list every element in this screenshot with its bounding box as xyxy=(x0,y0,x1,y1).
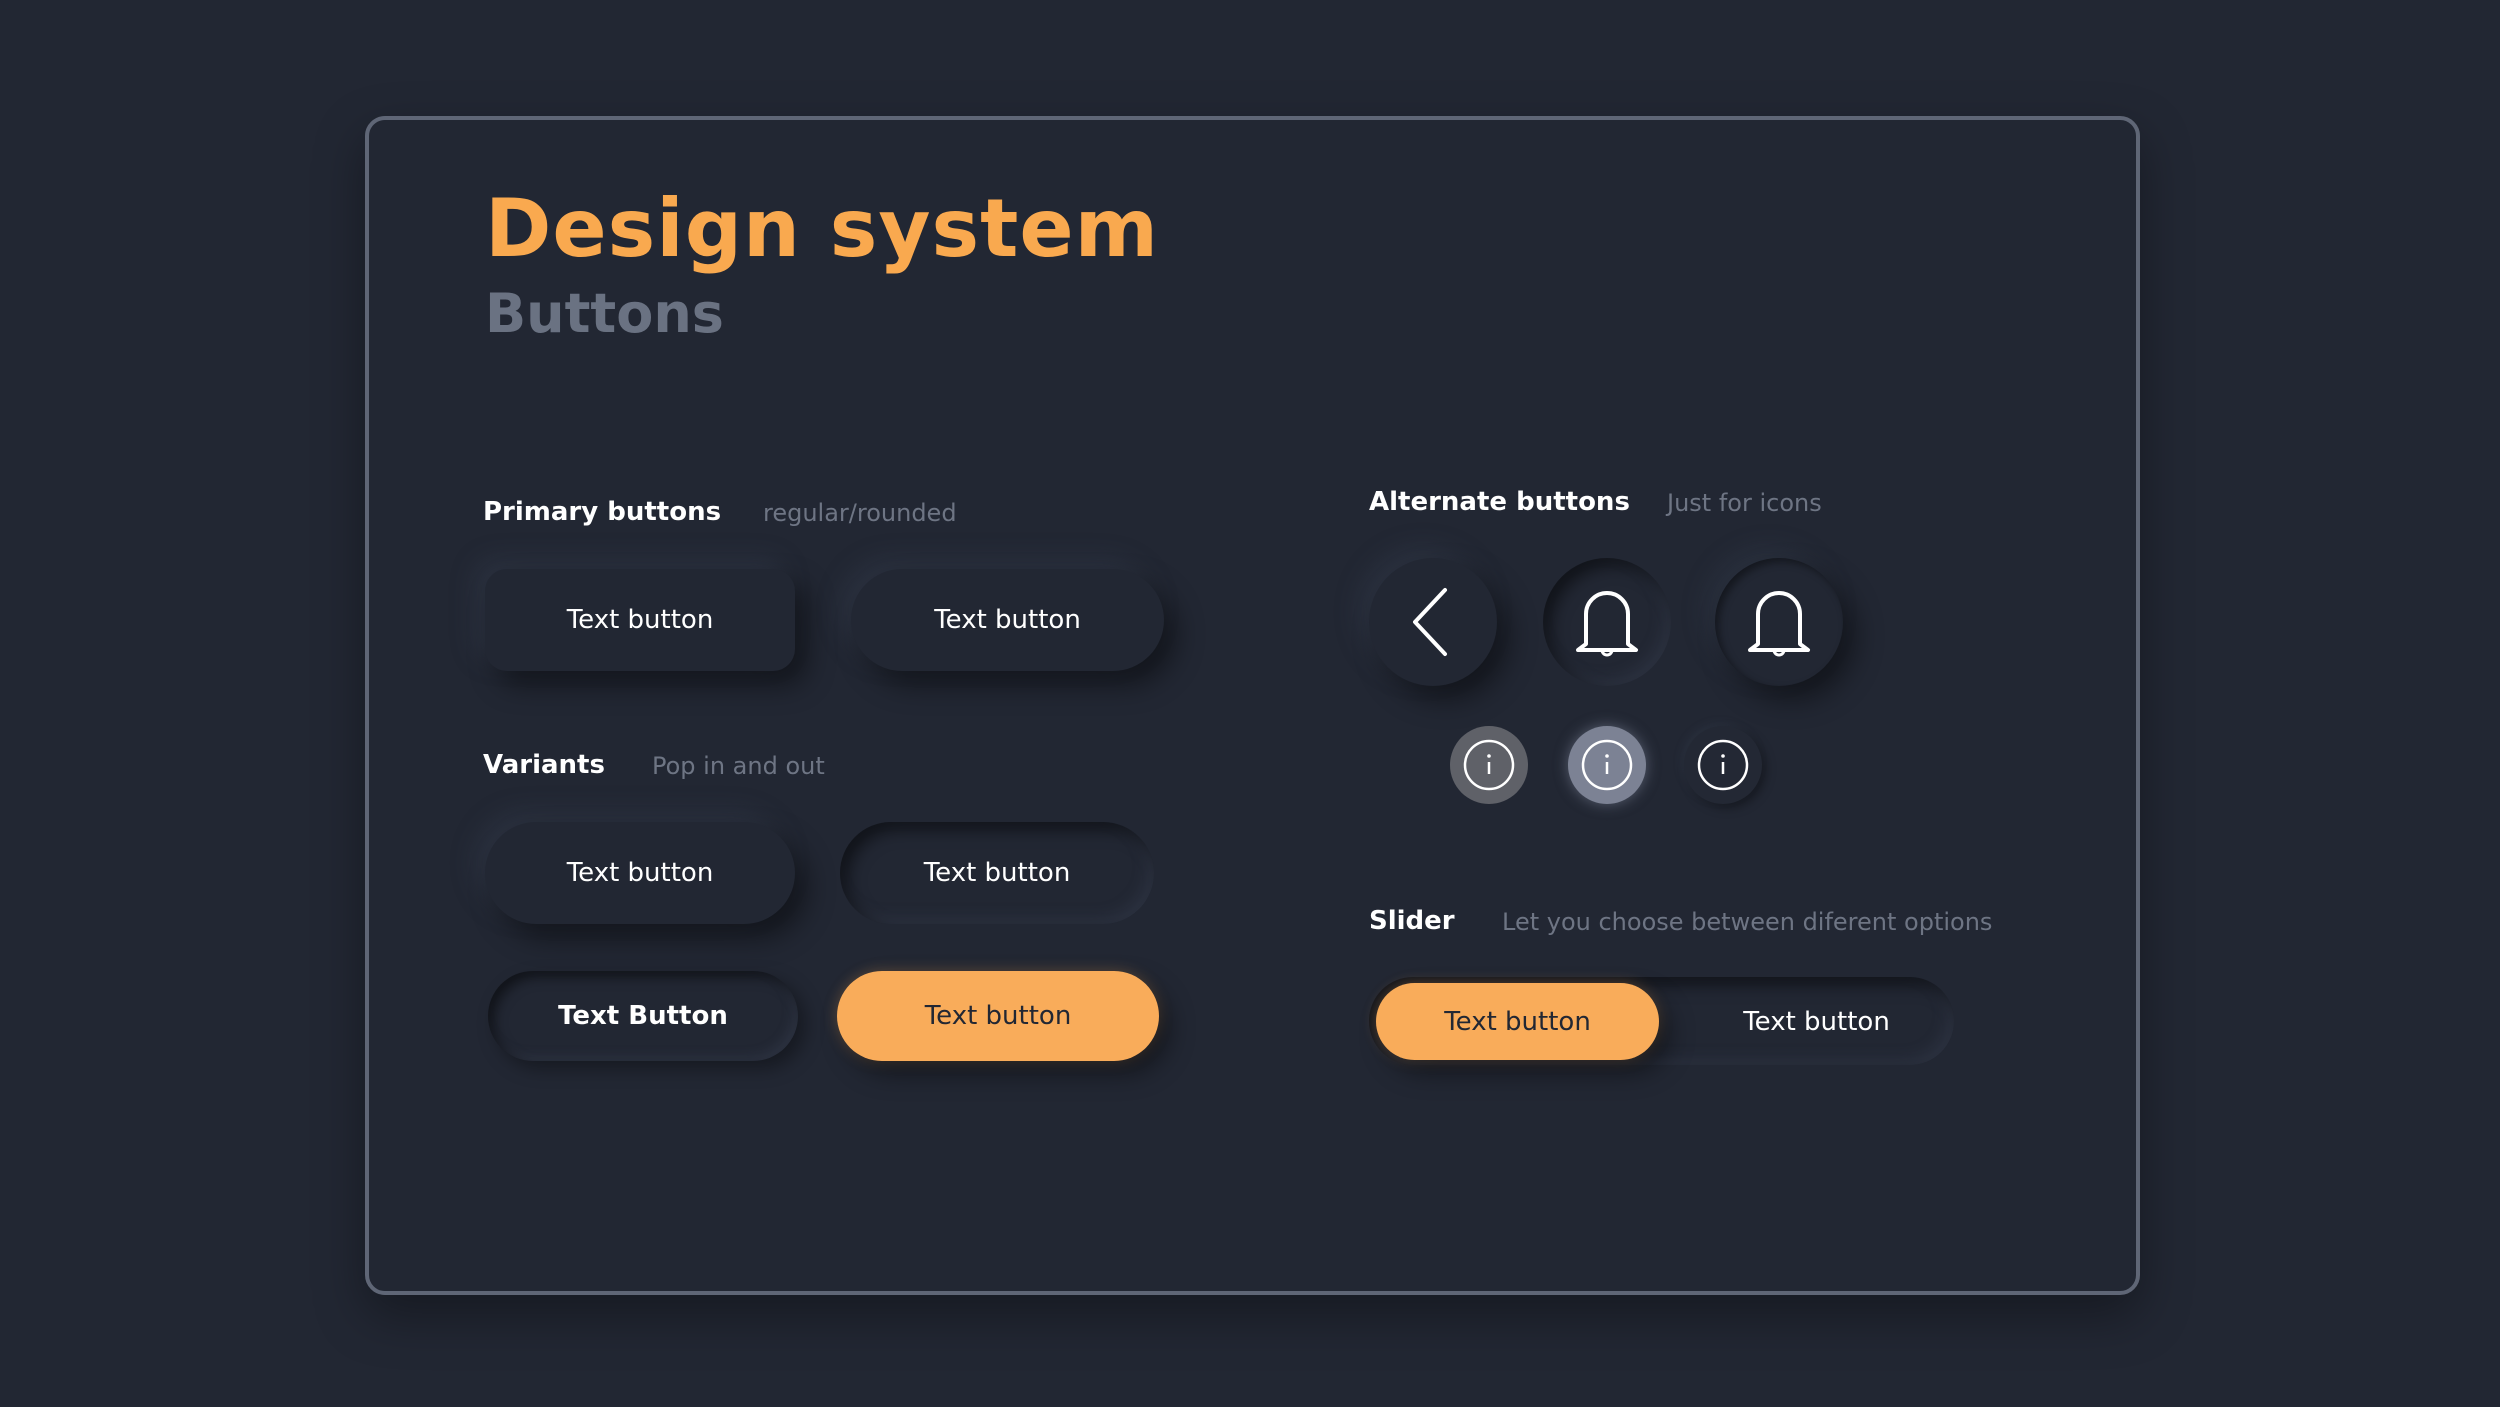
slider-label: Slider xyxy=(1369,906,1455,936)
back-button[interactable] xyxy=(1369,558,1497,686)
chevron-left-icon xyxy=(1413,588,1447,656)
page-title: Design system xyxy=(485,182,1160,275)
notification-button-inset[interactable] xyxy=(1543,558,1671,686)
variant-accent-button[interactable]: Text button xyxy=(837,971,1159,1061)
primary-buttons-label: Primary buttons xyxy=(483,497,722,527)
segmented-slider[interactable]: Text button Text button xyxy=(1369,977,1954,1065)
primary-rounded-button[interactable]: Text button xyxy=(851,569,1164,671)
slider-description: Let you choose between diferent options xyxy=(1502,908,1993,936)
variant-bordered-button[interactable]: Text Button xyxy=(488,971,798,1061)
variants-label: Variants xyxy=(483,750,605,780)
primary-regular-button[interactable]: Text button xyxy=(485,569,795,671)
bell-icon xyxy=(1748,591,1810,657)
page-subtitle: Buttons xyxy=(485,282,724,345)
info-icon xyxy=(1697,739,1749,791)
info-button-gray[interactable] xyxy=(1450,726,1528,804)
primary-buttons-description: regular/rounded xyxy=(763,499,957,527)
variant-pop-out-button[interactable]: Text button xyxy=(485,822,795,924)
info-icon xyxy=(1463,739,1515,791)
notification-button-raised[interactable] xyxy=(1715,558,1843,686)
info-button-highlighted[interactable] xyxy=(1568,726,1646,804)
variant-pop-in-button[interactable]: Text button xyxy=(840,822,1154,924)
slider-option-selected[interactable]: Text button xyxy=(1376,983,1659,1060)
alternate-buttons-label: Alternate buttons xyxy=(1369,487,1630,517)
slider-option[interactable]: Text button xyxy=(1679,983,1954,1060)
info-button-dark[interactable] xyxy=(1684,726,1762,804)
info-icon xyxy=(1581,739,1633,791)
bell-icon xyxy=(1576,591,1638,657)
alternate-buttons-description: Just for icons xyxy=(1667,489,1822,517)
variants-description: Pop in and out xyxy=(652,752,825,780)
